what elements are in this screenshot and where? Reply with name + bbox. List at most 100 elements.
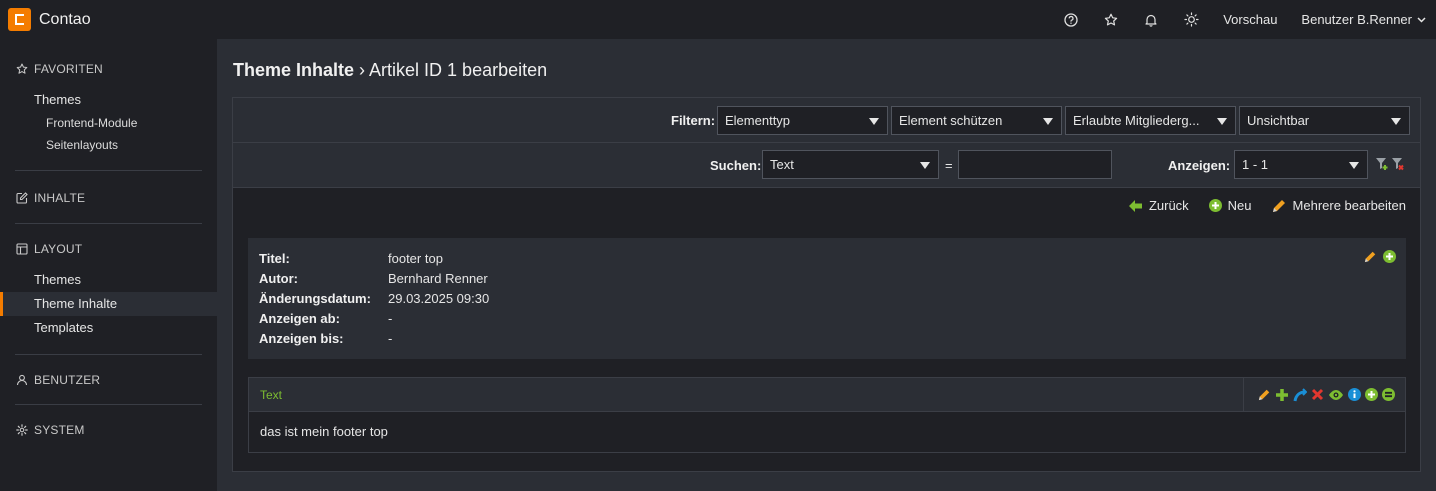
notification-bell-icon[interactable] xyxy=(1131,0,1171,39)
show-range-select[interactable]: 1 - 1 xyxy=(1234,150,1368,179)
help-icon[interactable] xyxy=(1051,0,1091,39)
back-button[interactable]: Zurück xyxy=(1128,198,1189,213)
info-value: - xyxy=(388,311,393,326)
sidebar-item-themes[interactable]: Themes xyxy=(0,268,217,292)
filter-member-groups-value: Erlaubte Mitgliederg... xyxy=(1073,113,1200,128)
info-key: Titel: xyxy=(259,251,290,266)
sidebar-item-favorites-themes[interactable]: Themes xyxy=(0,88,217,112)
sidebar-item-page-layouts[interactable]: Seitenlayouts xyxy=(0,134,217,156)
info-value: 29.03.2025 09:30 xyxy=(388,291,490,306)
new-button[interactable]: Neu xyxy=(1208,198,1252,213)
show-label: Anzeigen: xyxy=(1168,158,1231,173)
content-element-operations xyxy=(1243,378,1405,411)
drag-handle-icon[interactable] xyxy=(1382,388,1395,401)
page-title-rest: › Artikel ID 1 bearbeiten xyxy=(354,60,548,80)
global-actions: Zurück Neu Mehrere bearbeiten xyxy=(1109,198,1406,213)
search-field-select[interactable]: Text xyxy=(762,150,939,179)
sidebar-item-theme-contents[interactable]: Theme Inhalte xyxy=(0,292,217,316)
nav-group-users: BENUTZER xyxy=(0,355,217,388)
paste-after-add-icon[interactable] xyxy=(1365,388,1378,401)
details-info-icon[interactable] xyxy=(1348,388,1361,401)
edit-square-icon xyxy=(16,192,28,204)
content-element: Text das ist mein footer top xyxy=(248,377,1406,453)
back-button-label: Zurück xyxy=(1148,198,1189,213)
contao-logo xyxy=(8,8,31,31)
nav-group-system-title: SYSTEM xyxy=(34,423,85,437)
gear-icon xyxy=(16,424,28,436)
new-button-label: Neu xyxy=(1227,198,1252,213)
user-menu-label: Benutzer B.Renner xyxy=(1301,12,1412,27)
nav-group-users-toggle[interactable]: BENUTZER xyxy=(0,372,217,388)
color-scheme-sun-icon[interactable] xyxy=(1171,0,1211,39)
app-name: Contao xyxy=(39,10,91,28)
content-panel: Filtern: Elementtyp Element schützen Erl… xyxy=(232,97,1421,472)
user-menu[interactable]: Benutzer B.Renner xyxy=(1301,12,1426,27)
filter-protected-value: Element schützen xyxy=(899,113,1003,128)
nav-group-content-toggle[interactable]: INHALTE xyxy=(0,190,217,206)
pencil-icon xyxy=(1272,200,1285,212)
preview-link[interactable]: Vorschau xyxy=(1223,12,1277,27)
info-value: footer top xyxy=(388,251,443,266)
back-arrow-icon xyxy=(1128,199,1142,212)
edit-article-pencil-icon[interactable] xyxy=(1364,250,1377,263)
nav-group-system: SYSTEM xyxy=(0,405,217,438)
search-label: Suchen: xyxy=(710,158,762,173)
content-element-header: Text xyxy=(249,378,1405,412)
nav-group-layout-toggle[interactable]: LAYOUT xyxy=(0,241,217,257)
filter-protected-select[interactable]: Element schützen xyxy=(891,106,1062,135)
nav-group-system-toggle[interactable]: SYSTEM xyxy=(0,422,217,438)
top-bar: Contao Vorschau Benutzer B.Renner xyxy=(0,0,1436,39)
info-value: - xyxy=(388,331,393,346)
nav-group-favorites: FAVORITEN Themes Frontend-Module Seitenl… xyxy=(0,39,217,156)
nav-group-layout-title: LAYOUT xyxy=(34,242,83,256)
nav-group-favorites-toggle[interactable]: FAVORITEN xyxy=(0,61,217,77)
sidebar: FAVORITEN Themes Frontend-Module Seitenl… xyxy=(0,39,217,491)
edit-multiple-button[interactable]: Mehrere bearbeiten xyxy=(1272,198,1406,213)
filter-label: Filtern: xyxy=(671,113,716,128)
filter-element-type-value: Elementtyp xyxy=(725,113,791,128)
dropdown-arrow-icon xyxy=(1043,118,1053,125)
duplicate-plus-icon[interactable] xyxy=(1275,388,1289,402)
user-icon xyxy=(16,374,28,386)
filter-bar: Filtern: Elementtyp Element schützen Erl… xyxy=(233,98,1420,143)
info-key: Anzeigen ab: xyxy=(259,311,340,326)
star-icon xyxy=(16,63,28,74)
layout-icon xyxy=(16,243,28,255)
toggle-visibility-eye-icon[interactable] xyxy=(1328,389,1344,401)
info-key: Autor: xyxy=(259,271,298,286)
move-drag-icon[interactable] xyxy=(1293,387,1307,402)
info-key: Änderungsdatum: xyxy=(259,291,371,306)
paste-after-add-icon[interactable] xyxy=(1383,250,1396,263)
filter-invisible-select[interactable]: Unsichtbar xyxy=(1239,106,1410,135)
dropdown-arrow-icon xyxy=(920,162,930,169)
filter-element-type-select[interactable]: Elementtyp xyxy=(717,106,888,135)
search-bar: Suchen: Text = Anzeigen: 1 - 1 xyxy=(233,143,1420,188)
article-operations xyxy=(1358,250,1396,263)
nav-group-layout: LAYOUT Themes Theme Inhalte Templates xyxy=(0,224,217,340)
nav-group-content: INHALTE xyxy=(0,171,217,206)
chevron-down-icon xyxy=(1417,16,1426,23)
brand[interactable]: Contao xyxy=(0,8,91,31)
nav-group-favorites-title: FAVORITEN xyxy=(34,62,103,76)
filter-member-groups-select[interactable]: Erlaubte Mitgliederg... xyxy=(1065,106,1236,135)
edit-pencil-icon[interactable] xyxy=(1258,388,1271,401)
info-key: Anzeigen bis: xyxy=(259,331,344,346)
nav-group-users-title: BENUTZER xyxy=(34,373,101,387)
sidebar-item-frontend-modules[interactable]: Frontend-Module xyxy=(0,112,217,134)
dropdown-arrow-icon xyxy=(1217,118,1227,125)
reset-filter-icon[interactable] xyxy=(1392,157,1405,174)
favorite-star-icon[interactable] xyxy=(1091,0,1131,39)
equals-sign: = xyxy=(945,158,953,173)
page-title: Theme Inhalte › Artikel ID 1 bearbeiten xyxy=(233,60,547,81)
delete-cross-icon[interactable] xyxy=(1311,388,1324,401)
search-field-value: Text xyxy=(770,157,794,172)
content-element-type: Text xyxy=(260,388,283,402)
article-info: Titel: footer top Autor: Bernhard Renner… xyxy=(248,238,1406,359)
search-input[interactable] xyxy=(958,150,1112,179)
add-circle-icon xyxy=(1208,199,1222,212)
edit-multiple-button-label: Mehrere bearbeiten xyxy=(1292,198,1406,213)
page-title-section[interactable]: Theme Inhalte xyxy=(233,60,354,80)
filter-invisible-value: Unsichtbar xyxy=(1247,113,1310,128)
apply-filter-icon[interactable] xyxy=(1376,157,1389,174)
sidebar-item-templates[interactable]: Templates xyxy=(0,316,217,340)
